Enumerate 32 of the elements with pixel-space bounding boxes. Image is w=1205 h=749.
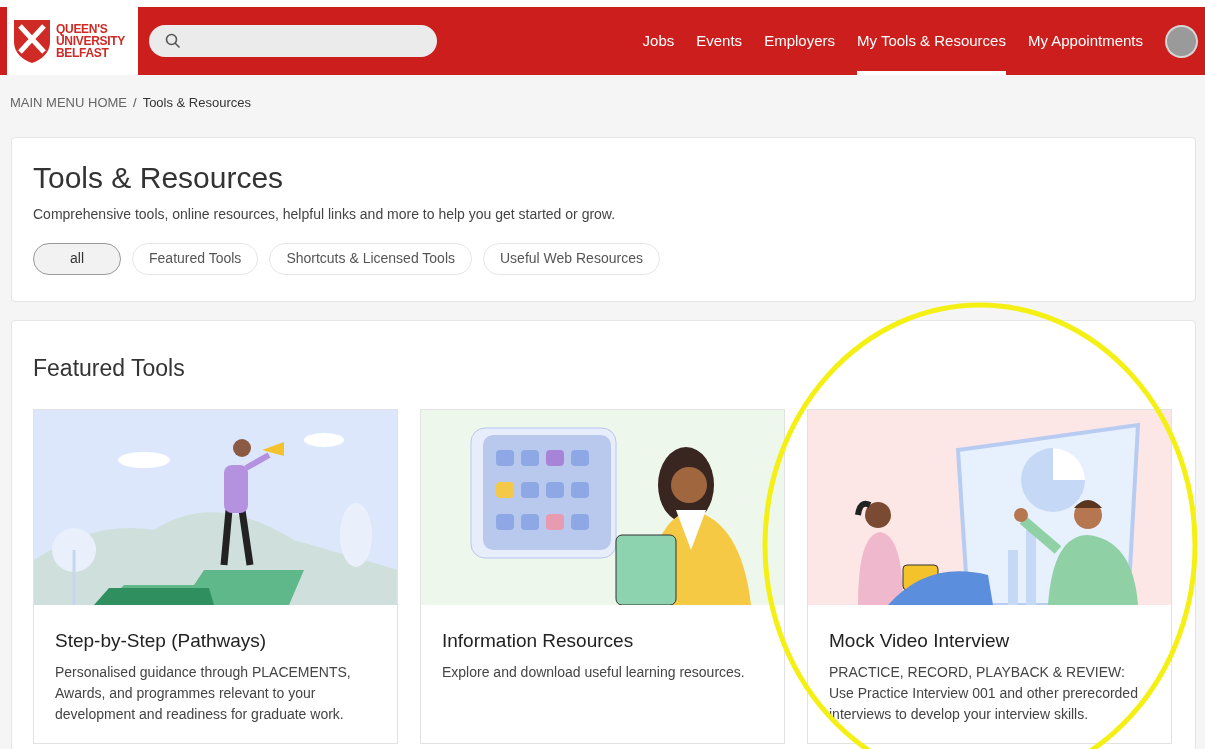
- avatar[interactable]: [1165, 24, 1198, 58]
- tool-card[interactable]: Step-by-Step (Pathways) Personalised guidance through PLACEMENTS, Awards, and programmes relevant to your development and readiness for graduate work.: [33, 409, 398, 744]
- breadcrumb-current: Tools & Resources: [142, 94, 251, 112]
- logo-text: QUEEN'S: [56, 23, 108, 35]
- section-title: Featured Tools: [33, 353, 186, 383]
- search-icon: [165, 33, 181, 49]
- filter-chip[interactable]: Useful Web Resources: [483, 242, 660, 275]
- nav-link[interactable]: Jobs: [642, 7, 675, 75]
- tool-card[interactable]: Mock Video Interview PRACTICE, RECORD, PLAYBACK & REVIEW: Use Practice Interview 001 and other prerecorded interviews to develop your interview skills.: [807, 409, 1172, 744]
- nav-link[interactable]: My Tools & Resources: [857, 7, 1006, 75]
- page-subtitle: Comprehensive tools, online resources, helpful links and more to help you get started or grow.: [33, 204, 617, 224]
- card-description: Explore and download useful learning resources.: [442, 662, 746, 682]
- card-title: Step-by-Step (Pathways): [55, 629, 268, 653]
- page-title: Tools & Resources: [33, 159, 285, 196]
- filter-chip[interactable]: Featured Tools: [132, 242, 259, 275]
- university-logo[interactable]: QUEEN'S UNIVERSITY BELFAST: [7, 7, 138, 75]
- logo-text: BELFAST: [56, 47, 110, 59]
- nav-link[interactable]: My Appointments: [1027, 7, 1143, 75]
- nav-link[interactable]: Events: [696, 7, 743, 75]
- breadcrumb-link[interactable]: MAIN MENU HOME: [10, 93, 127, 113]
- card-description: Personalised guidance through PLACEMENTS, Awards, and programmes relevant to your development and readiness for graduate work.: [55, 662, 352, 724]
- breadcrumb-separator: /: [133, 94, 137, 112]
- nav-link[interactable]: Employers: [764, 7, 835, 75]
- filter-chip[interactable]: Shortcuts & Licensed Tools: [269, 242, 472, 275]
- logo-text: UNIVERSITY: [56, 35, 125, 47]
- card-description: PRACTICE, RECORD, PLAYBACK & REVIEW: Use Practice Interview 001 and other prerecorded interviews to develop your interview skills.: [829, 662, 1139, 724]
- crest-icon: [12, 18, 52, 64]
- search-field[interactable]: [149, 25, 437, 57]
- card-title: Information Resources: [442, 629, 635, 653]
- card-title: Mock Video Interview: [829, 629, 1011, 653]
- tool-card[interactable]: Information Resources Explore and download useful learning resources.: [420, 409, 785, 744]
- filter-chip[interactable]: all: [33, 242, 121, 275]
